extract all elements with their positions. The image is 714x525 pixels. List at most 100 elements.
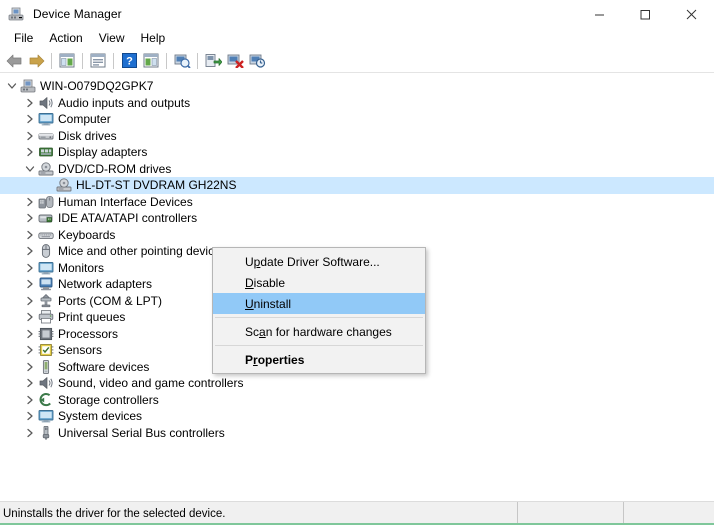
context-menu-item-label: Properties: [245, 353, 304, 367]
chevron-right-icon[interactable]: [22, 425, 38, 441]
chevron-right-icon[interactable]: [22, 144, 38, 160]
toolbar-separator: [166, 53, 167, 69]
tree-row-label: IDE ATA/ATAPI controllers: [58, 210, 197, 226]
tree-row-label: System devices: [58, 408, 142, 424]
tree-row-label: Universal Serial Bus controllers: [58, 425, 225, 441]
chevron-right-icon[interactable]: [22, 293, 38, 309]
speaker-icon: [38, 95, 54, 111]
update-driver-software-icon[interactable]: [202, 50, 224, 72]
tree-row[interactable]: IDE ATA/ATAPI controllers: [0, 210, 714, 227]
toolbar-separator: [51, 53, 52, 69]
chevron-right-icon[interactable]: [22, 276, 38, 292]
menu-view[interactable]: View: [91, 29, 133, 48]
context-menu-item-update-driver-software[interactable]: Update Driver Software...: [213, 251, 425, 272]
tree-row[interactable]: Display adapters: [0, 144, 714, 161]
tree-row-label: Audio inputs and outputs: [58, 95, 190, 111]
chevron-right-icon[interactable]: [22, 408, 38, 424]
tree-row-root[interactable]: WIN-O079DQ2GPK7: [0, 78, 714, 95]
window-title: Device Manager: [33, 7, 122, 21]
status-panel-2: [518, 502, 624, 525]
chevron-right-icon[interactable]: [22, 260, 38, 276]
context-menu-item-label: Disable: [245, 276, 285, 290]
chevron-right-icon[interactable]: [22, 194, 38, 210]
scan-for-hardware-changes-icon[interactable]: [171, 50, 193, 72]
context-menu-item-label: Scan for hardware changes: [245, 325, 392, 339]
toolbar-separator: [82, 53, 83, 69]
chevron-down-icon[interactable]: [4, 78, 20, 94]
chevron-right-icon[interactable]: [22, 342, 38, 358]
monitor-icon: [38, 111, 54, 127]
tree-row-label: WIN-O079DQ2GPK7: [40, 78, 153, 94]
show-hide-console-tree-icon[interactable]: [56, 50, 78, 72]
maximize-icon[interactable]: [622, 0, 668, 28]
context-menu-item-uninstall[interactable]: Uninstall: [213, 293, 425, 314]
forward-arrow-icon[interactable]: [25, 50, 47, 72]
tree-row[interactable]: Keyboards: [0, 227, 714, 244]
tree-row[interactable]: Disk drives: [0, 128, 714, 145]
show-hide-action-pane-icon[interactable]: [140, 50, 162, 72]
device-tree[interactable]: WIN-O079DQ2GPK7Audio inputs and outputsC…: [0, 73, 714, 501]
chevron-right-icon[interactable]: [22, 326, 38, 342]
tree-row[interactable]: Universal Serial Bus controllers: [0, 425, 714, 442]
tree-row[interactable]: Audio inputs and outputs: [0, 95, 714, 112]
chevron-right-icon[interactable]: [22, 375, 38, 391]
chevron-right-icon[interactable]: [22, 243, 38, 259]
usb-icon: [38, 425, 54, 441]
menu-action[interactable]: Action: [41, 29, 90, 48]
optical-drive-icon: [38, 161, 54, 177]
monitor-icon: [38, 408, 54, 424]
monitor-icon: [38, 260, 54, 276]
status-bar: Uninstalls the driver for the selected d…: [0, 501, 714, 525]
chevron-right-icon[interactable]: [22, 309, 38, 325]
tree-leaf-spacer: [40, 177, 56, 193]
properties-icon[interactable]: [87, 50, 109, 72]
context-menu[interactable]: Update Driver Software... Disable Uninstal…: [212, 247, 426, 374]
menu-bar: File Action View Help: [0, 28, 714, 49]
hid-icon: [38, 194, 54, 210]
tree-row-label: Human Interface Devices: [58, 194, 193, 210]
chevron-right-icon[interactable]: [22, 210, 38, 226]
tree-row-label: Computer: [58, 111, 111, 127]
optical-drive-icon: [56, 177, 72, 193]
tree-row-label: Processors: [58, 326, 118, 342]
tree-row[interactable]: Computer: [0, 111, 714, 128]
context-menu-item-properties[interactable]: Properties: [213, 349, 425, 370]
network-adapter-icon: [38, 276, 54, 292]
context-menu-item-label: Uninstall: [245, 297, 291, 311]
chevron-right-icon[interactable]: [22, 359, 38, 375]
tree-row-label: Storage controllers: [58, 392, 159, 408]
back-arrow-icon[interactable]: [3, 50, 25, 72]
disable-device-icon[interactable]: [246, 50, 268, 72]
toolbar-separator: [197, 53, 198, 69]
tree-row[interactable]: Sound, video and game controllers: [0, 375, 714, 392]
ide-controller-icon: [38, 210, 54, 226]
storage-controller-icon: [38, 392, 54, 408]
tree-row-label: Disk drives: [58, 128, 117, 144]
tree-row[interactable]: Human Interface Devices: [0, 194, 714, 211]
menu-file[interactable]: File: [6, 29, 41, 48]
chevron-down-icon[interactable]: [22, 161, 38, 177]
chevron-right-icon[interactable]: [22, 392, 38, 408]
tree-row-label: Network adapters: [58, 276, 152, 292]
speaker-icon: [38, 375, 54, 391]
close-icon[interactable]: [668, 0, 714, 28]
help-icon[interactable]: ?: [118, 50, 140, 72]
tree-row[interactable]: HL-DT-ST DVDRAM GH22NS: [0, 177, 714, 194]
tree-row[interactable]: System devices: [0, 408, 714, 425]
context-menu-separator: [215, 345, 423, 346]
chevron-right-icon[interactable]: [22, 128, 38, 144]
context-menu-item-scan-for-hardware-changes[interactable]: Scan for hardware changes: [213, 321, 425, 342]
tree-row-label: Keyboards: [58, 227, 115, 243]
uninstall-device-icon[interactable]: [224, 50, 246, 72]
context-menu-item-disable[interactable]: Disable: [213, 272, 425, 293]
menu-help[interactable]: Help: [133, 29, 174, 48]
minimize-icon[interactable]: [576, 0, 622, 28]
tree-row-label: Display adapters: [58, 144, 147, 160]
tree-row[interactable]: Storage controllers: [0, 392, 714, 409]
port-icon: [38, 293, 54, 309]
tree-row[interactable]: DVD/CD-ROM drives: [0, 161, 714, 178]
chevron-right-icon[interactable]: [22, 111, 38, 127]
tree-row-label: Sound, video and game controllers: [58, 375, 243, 391]
chevron-right-icon[interactable]: [22, 227, 38, 243]
chevron-right-icon[interactable]: [22, 95, 38, 111]
